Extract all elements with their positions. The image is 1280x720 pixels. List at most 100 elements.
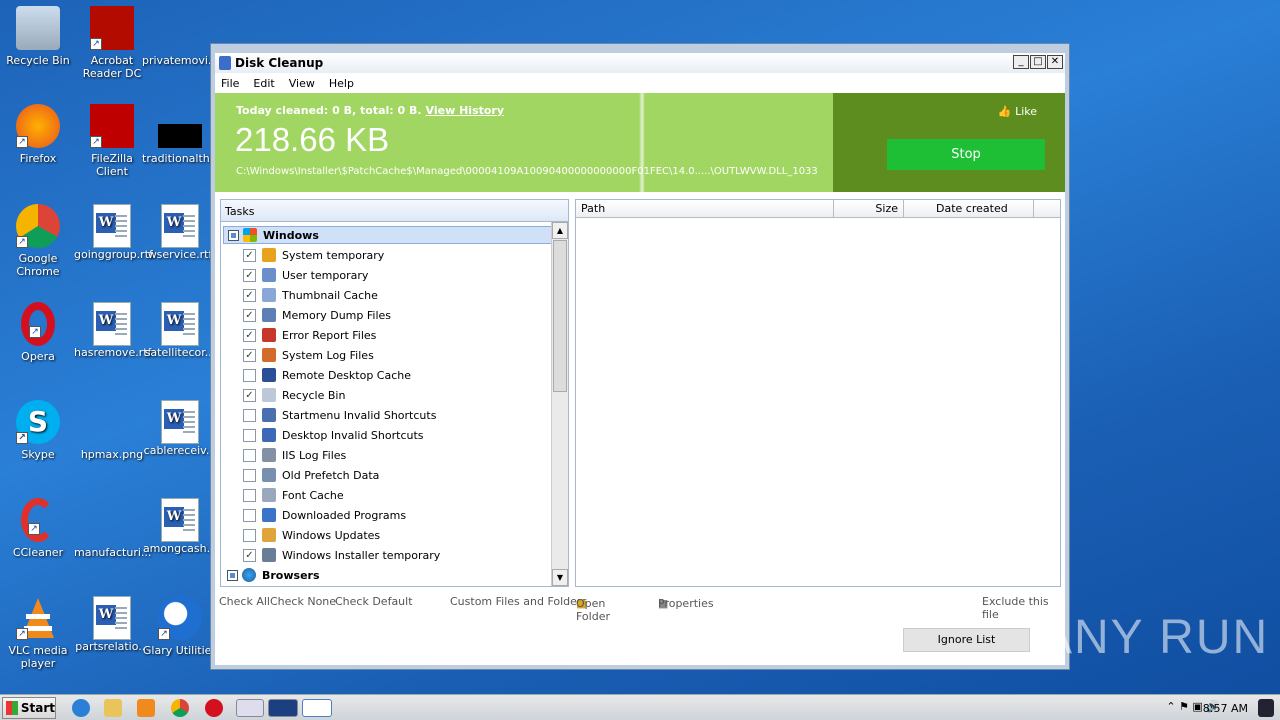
- stop-button[interactable]: Stop: [887, 139, 1045, 170]
- task-item[interactable]: Desktop Invalid Shortcuts: [243, 426, 424, 444]
- desktop-icon-acrobat[interactable]: ↗ Acrobat Reader DC: [74, 6, 150, 80]
- desktop-icon-partsrelatio[interactable]: W partsrelatio...: [74, 596, 150, 653]
- minimize-button[interactable]: _: [1013, 55, 1029, 69]
- group-checkbox[interactable]: [228, 229, 239, 241]
- desktop-icon-cablereceiv[interactable]: W cablereceiv...: [142, 400, 218, 457]
- desktop-icon-vlc[interactable]: ↗ VLC media player: [0, 596, 76, 670]
- column-date-created[interactable]: Date created: [904, 200, 1034, 217]
- menu-view[interactable]: View: [289, 77, 315, 90]
- desktop-icon-hasremove[interactable]: W hasremove.rtf: [74, 302, 151, 359]
- task-checkbox[interactable]: ✓: [243, 308, 256, 322]
- glary-taskbar-icon[interactable]: [236, 699, 264, 717]
- desktop-icon-satellitecor[interactable]: W satellitecor...: [142, 302, 218, 359]
- desktop-icon-opera[interactable]: ↗ Opera: [0, 302, 76, 363]
- title-bar[interactable]: Disk Cleanup _ □ ✕: [215, 53, 1065, 73]
- app-taskbar-icon[interactable]: [268, 699, 298, 717]
- desktop-icon-wservice[interactable]: W wservice.rtf: [142, 204, 218, 261]
- task-label: Windows Updates: [282, 528, 381, 542]
- desktop-icon-ccleaner[interactable]: ↗ CCleaner: [0, 498, 76, 559]
- task-item[interactable]: Old Prefetch Data: [243, 466, 379, 484]
- disk-cleanup-taskbar-icon[interactable]: [302, 699, 332, 717]
- menu-edit[interactable]: Edit: [253, 77, 274, 90]
- group-checkbox[interactable]: [227, 569, 238, 581]
- desktop-icon-hpmax[interactable]: hpmax.png: [74, 400, 150, 461]
- desktop-icon-amongcash[interactable]: W amongcash...: [142, 498, 218, 555]
- group-windows[interactable]: Windows: [223, 226, 552, 244]
- tasks-panel: Tasks Windows ✓ System temporary ✓ User tem…: [220, 199, 569, 587]
- task-item[interactable]: Startmenu Invalid Shortcuts: [243, 406, 436, 424]
- task-checkbox[interactable]: ✓: [243, 248, 256, 262]
- ignore-list-button[interactable]: Ignore List: [903, 628, 1030, 652]
- opera-taskbar-icon[interactable]: [205, 699, 223, 717]
- like-button[interactable]: 👍 Like: [998, 105, 1037, 118]
- view-history-link[interactable]: View History: [426, 104, 504, 117]
- task-item[interactable]: ✓ Error Report Files: [243, 326, 376, 344]
- task-checkbox[interactable]: ✓: [243, 548, 256, 562]
- check-none-link[interactable]: Check None: [270, 595, 336, 608]
- desktop-icon-goinggroup[interactable]: W goinggroup.rtf: [74, 204, 153, 261]
- task-item[interactable]: Remote Desktop Cache: [243, 366, 411, 384]
- chrome-taskbar-icon[interactable]: [171, 699, 189, 717]
- task-item[interactable]: ✓ System Log Files: [243, 346, 374, 364]
- task-checkbox[interactable]: ✓: [243, 268, 256, 282]
- custom-files-link[interactable]: Custom Files and Folders: [450, 595, 587, 608]
- desktop-icon-chrome[interactable]: ↗ Google Chrome: [0, 204, 76, 278]
- scroll-down-arrow-icon[interactable]: ▼: [552, 569, 568, 586]
- task-checkbox[interactable]: ✓: [243, 328, 256, 342]
- menu-file[interactable]: File: [221, 77, 239, 90]
- tasks-scrollbar[interactable]: ▲ ▼: [551, 222, 568, 586]
- cleaned-size: 218.66 KB: [235, 121, 390, 158]
- task-item[interactable]: IIS Log Files: [243, 446, 346, 464]
- column-path[interactable]: Path: [576, 200, 834, 217]
- shortcut-arrow-icon: ↗: [158, 628, 170, 640]
- task-checkbox[interactable]: ✓: [243, 348, 256, 362]
- desktop-icon-privatemovi[interactable]: privatemovi...: [142, 6, 218, 67]
- task-item[interactable]: ✓ Windows Installer temporary: [243, 546, 440, 564]
- scroll-up-arrow-icon[interactable]: ▲: [552, 222, 568, 239]
- icon-label: partsrelatio...: [75, 640, 149, 653]
- task-checkbox[interactable]: [243, 488, 256, 502]
- task-checkbox[interactable]: [243, 508, 256, 522]
- desktop-icon-manufacturi[interactable]: manufacturi...: [74, 498, 152, 559]
- task-checkbox[interactable]: [243, 368, 256, 382]
- task-checkbox[interactable]: [243, 448, 256, 462]
- task-item[interactable]: ✓ System temporary: [243, 246, 384, 264]
- desktop-icon-recycle-bin[interactable]: Recycle Bin: [0, 6, 76, 67]
- ie-icon[interactable]: [72, 699, 90, 717]
- task-item[interactable]: ✓ Thumbnail Cache: [243, 286, 378, 304]
- task-checkbox[interactable]: [243, 408, 256, 422]
- task-item[interactable]: ✓ Memory Dump Files: [243, 306, 391, 324]
- column-size[interactable]: Size: [834, 200, 904, 217]
- desktop-icon-traditionalth[interactable]: traditionalth...: [142, 104, 220, 165]
- desktop-icon-filezilla[interactable]: ↗ FileZilla Client: [74, 104, 150, 178]
- group-browsers[interactable]: Browsers: [223, 566, 552, 584]
- close-button[interactable]: ✕: [1047, 55, 1063, 69]
- desktop-icon-firefox[interactable]: ↗ Firefox: [0, 104, 76, 165]
- task-label: User temporary: [282, 268, 369, 282]
- menu-help[interactable]: Help: [329, 77, 354, 90]
- task-item[interactable]: ✓ Recycle Bin: [243, 386, 345, 404]
- check-default-link[interactable]: Check Default: [335, 595, 413, 608]
- task-item[interactable]: ✓ User temporary: [243, 266, 368, 284]
- clock[interactable]: 8:57 AM: [1203, 702, 1248, 715]
- maximize-button[interactable]: □: [1030, 55, 1046, 69]
- desktop-icon-skype[interactable]: S ↗ Skype: [0, 400, 76, 461]
- task-item[interactable]: Windows Updates: [243, 526, 380, 544]
- media-player-icon[interactable]: [137, 699, 155, 717]
- icon-label: amongcash...: [142, 542, 218, 555]
- task-item[interactable]: Font Cache: [243, 486, 344, 504]
- task-checkbox[interactable]: [243, 468, 256, 482]
- scroll-thumb[interactable]: [553, 240, 567, 392]
- check-all-link[interactable]: Check All: [219, 595, 270, 608]
- task-checkbox[interactable]: [243, 528, 256, 542]
- show-desktop-icon[interactable]: [1258, 699, 1274, 717]
- task-checkbox[interactable]: ✓: [243, 388, 256, 402]
- task-checkbox[interactable]: ✓: [243, 288, 256, 302]
- task-checkbox[interactable]: [243, 428, 256, 442]
- task-item[interactable]: Downloaded Programs: [243, 506, 406, 524]
- desktop-icon-glary[interactable]: ↗ Glary Utilities: [142, 596, 218, 657]
- progress-stripe: [639, 93, 645, 192]
- start-button[interactable]: Start: [2, 696, 56, 719]
- explorer-icon[interactable]: [104, 699, 122, 717]
- icon-label: manufacturi...: [74, 546, 152, 559]
